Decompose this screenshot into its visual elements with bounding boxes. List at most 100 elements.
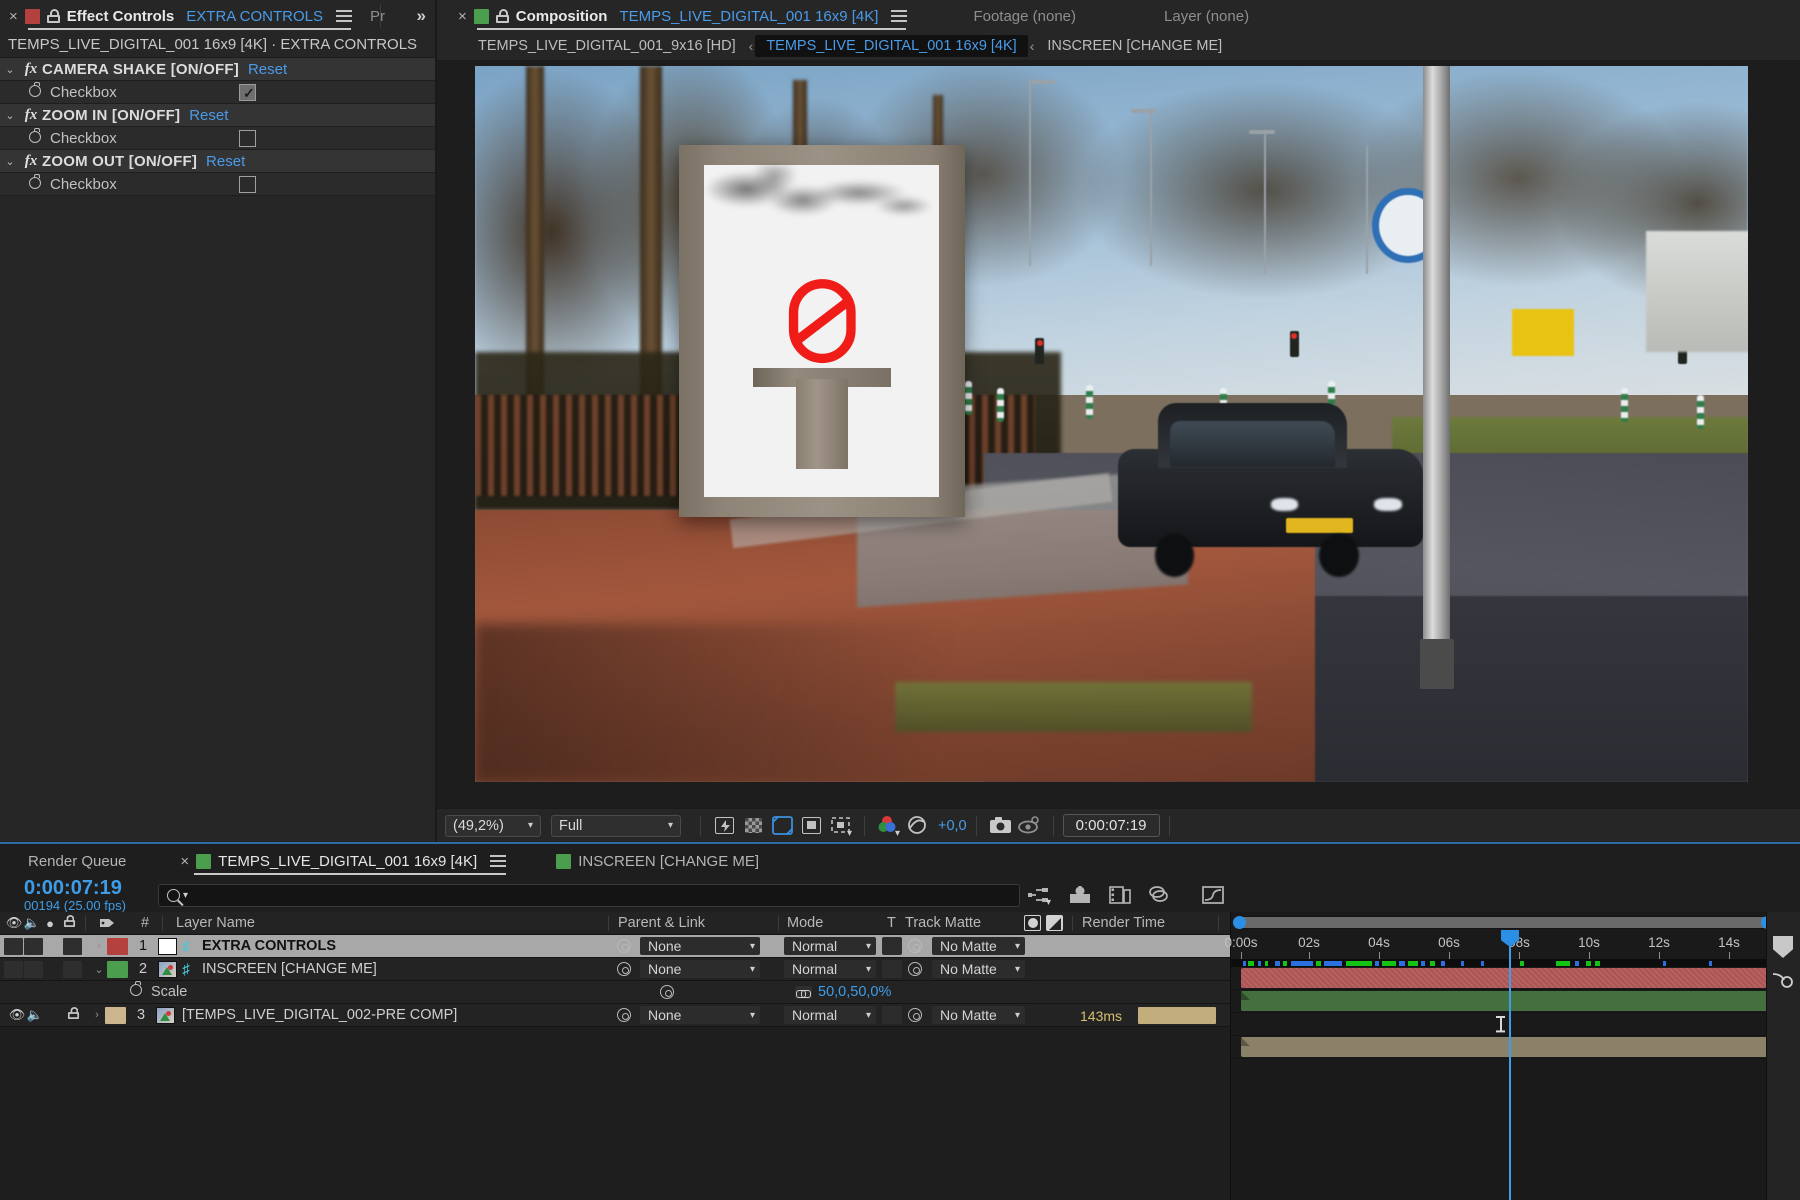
tab-footage[interactable]: Footage (none) xyxy=(964,0,1085,32)
draft-3d-icon[interactable] xyxy=(1067,884,1093,906)
layer-bar-extra-controls[interactable] xyxy=(1241,968,1788,988)
effect-controls-empty-area[interactable] xyxy=(0,196,435,836)
parent-select[interactable]: None ▾ xyxy=(640,1006,760,1024)
frame-blending-icon[interactable] xyxy=(1147,884,1173,906)
layer-bar-inscreen[interactable] xyxy=(1241,991,1788,1011)
link-icon[interactable] xyxy=(795,985,812,999)
property-pickwhip-icon[interactable] xyxy=(660,985,674,999)
stopwatch-icon[interactable] xyxy=(24,81,46,101)
effect-header-camera-shake[interactable]: ⌄ fx CAMERA SHAKE [ON/OFF] Reset xyxy=(0,58,435,81)
hamburger-icon[interactable] xyxy=(335,10,352,22)
parent-pickwhip-icon[interactable] xyxy=(617,939,631,953)
close-icon[interactable]: × xyxy=(458,9,467,24)
graph-editor-icon[interactable] xyxy=(1200,884,1226,906)
scale-value[interactable]: 50,0,50,0% xyxy=(818,984,891,1000)
tab-inscreen[interactable]: INSCREEN [CHANGE ME] xyxy=(544,844,771,878)
fast-previews-icon[interactable] xyxy=(712,815,737,836)
table-row[interactable]: ⌄ 2 ♯ INSCREEN [CHANGE ME] None ▾ Normal ▾… xyxy=(0,958,1230,981)
region-of-interest-icon[interactable]: ▾ xyxy=(828,815,853,839)
matte-pickwhip-icon[interactable] xyxy=(908,962,922,976)
track-row-3[interactable] xyxy=(1231,1036,1800,1059)
hide-shy-layers-icon[interactable] xyxy=(1107,884,1133,906)
hamburger-icon[interactable] xyxy=(891,10,908,22)
layer-search-input[interactable]: ▾ xyxy=(158,883,1020,907)
stopwatch-icon[interactable] xyxy=(24,127,46,147)
layer-color-chip[interactable] xyxy=(107,937,128,955)
table-row[interactable]: › 1 ♯ EXTRA CONTROLS None ▾ Normal ▾ No Ma… xyxy=(0,935,1230,958)
parent-select[interactable]: None ▾ xyxy=(640,937,760,955)
stopwatch-icon[interactable] xyxy=(125,981,147,1000)
effect-reset-button[interactable]: Reset xyxy=(189,107,228,124)
track-row-2[interactable] xyxy=(1231,990,1800,1013)
effect-reset-button[interactable]: Reset xyxy=(248,61,287,78)
effect-header-zoom-in[interactable]: ⌄ fx ZOOM IN [ON/OFF] Reset xyxy=(0,104,435,127)
composition-mini-flowchart-icon[interactable]: ▾ xyxy=(1027,884,1053,908)
stopwatch-icon[interactable] xyxy=(24,173,46,193)
track-row-scale[interactable] xyxy=(1231,1013,1800,1036)
mode-select[interactable]: Normal ▾ xyxy=(784,960,876,978)
preserve-transparency-toggle[interactable] xyxy=(882,1006,902,1024)
property-row-scale[interactable]: Scale 50,0,50,0% xyxy=(0,981,1230,1004)
subtab-arrow-icon[interactable]: ‹ xyxy=(747,38,756,54)
parent-pickwhip-icon[interactable] xyxy=(617,962,631,976)
scrollbar-left-handle[interactable] xyxy=(1233,916,1246,929)
track-matte-select[interactable]: No Matte ▾ xyxy=(932,1006,1025,1024)
effect-header-zoom-out[interactable]: ⌄ fx ZOOM OUT [ON/OFF] Reset xyxy=(0,150,435,173)
channels-icon[interactable]: ▾ xyxy=(876,815,901,839)
track-matte-select[interactable]: No Matte ▾ xyxy=(932,960,1025,978)
subtab-16x9[interactable]: TEMPS_LIVE_DIGITAL_001 16x9 [4K] xyxy=(755,35,1028,57)
alpha-toggle-icon[interactable] xyxy=(1024,915,1041,931)
subtab-inscreen[interactable]: INSCREEN [CHANGE ME] xyxy=(1036,35,1233,57)
tab-project[interactable]: Pr xyxy=(361,0,402,32)
exposure-reset-icon[interactable] xyxy=(905,815,930,836)
track-matte-select[interactable]: No Matte ▾ xyxy=(932,937,1025,955)
comp-marker-icon[interactable] xyxy=(1773,936,1793,958)
mask-shape-icon[interactable] xyxy=(799,815,824,836)
matte-invert-icon[interactable] xyxy=(1046,915,1063,931)
matte-pickwhip-icon[interactable] xyxy=(908,939,922,953)
exposure-value[interactable]: +0,0 xyxy=(938,818,967,834)
twirl-icon[interactable]: ⌄ xyxy=(0,155,20,168)
close-icon[interactable]: × xyxy=(180,854,189,869)
tab-render-queue[interactable]: Render Queue xyxy=(16,844,138,878)
twirl-icon[interactable]: ⌄ xyxy=(91,963,107,976)
current-time-field[interactable]: 0:00:07:19 xyxy=(1062,814,1160,837)
layer-color-chip[interactable] xyxy=(105,1006,126,1024)
playhead[interactable] xyxy=(1501,930,1519,1200)
track-row-1[interactable] xyxy=(1231,967,1800,990)
tabbar-overflow-button[interactable]: » xyxy=(402,0,435,32)
video-icon[interactable]: 👁 xyxy=(8,1007,26,1023)
mode-select[interactable]: Normal ▾ xyxy=(784,1006,876,1024)
motion-blur-icon[interactable] xyxy=(1771,970,1795,990)
zoom-level-select[interactable]: (49,2%) ▾ xyxy=(445,814,541,837)
snapshot-icon[interactable] xyxy=(988,815,1013,836)
layer-color-chip[interactable] xyxy=(107,960,128,978)
subtab-9x16[interactable]: TEMPS_LIVE_DIGITAL_001_9x16 [HD] xyxy=(467,35,747,57)
lock-icon[interactable] xyxy=(495,9,509,23)
twirl-icon[interactable]: › xyxy=(89,1009,105,1021)
checkbox-zoom-out[interactable] xyxy=(239,175,256,193)
audio-icon[interactable]: 🔈 xyxy=(26,1007,44,1023)
twirl-icon[interactable]: › xyxy=(91,940,107,952)
parent-pickwhip-icon[interactable] xyxy=(617,1008,631,1022)
composition-viewer[interactable] xyxy=(437,60,1800,808)
lock-icon[interactable] xyxy=(46,9,60,23)
timeline-current-time[interactable]: 0:00:07:19 00194 (25.00 fps) xyxy=(10,878,140,913)
twirl-icon[interactable]: ⌄ xyxy=(0,63,20,76)
layer-list-empty-area[interactable] xyxy=(0,1027,1230,1200)
hamburger-icon[interactable] xyxy=(490,855,507,867)
subtab-arrow-icon[interactable]: ‹ xyxy=(1028,38,1037,54)
checkbox-camera-shake[interactable]: ✓ xyxy=(239,83,256,101)
transparency-grid-icon[interactable] xyxy=(741,815,766,836)
mode-select[interactable]: Normal ▾ xyxy=(784,937,876,955)
tab-timeline-comp[interactable]: × TEMPS_LIVE_DIGITAL_001 16x9 [4K] xyxy=(168,844,518,878)
lock-icon[interactable] xyxy=(63,1006,83,1024)
layer-bar-pre-comp[interactable] xyxy=(1241,1037,1788,1057)
close-icon[interactable]: × xyxy=(9,9,18,24)
parent-select[interactable]: None ▾ xyxy=(640,960,760,978)
title-action-safe-icon[interactable] xyxy=(770,815,795,836)
effect-reset-button[interactable]: Reset xyxy=(206,153,245,170)
checkbox-zoom-in[interactable] xyxy=(239,129,256,147)
tab-layer[interactable]: Layer (none) xyxy=(1155,0,1258,32)
show-snapshot-icon[interactable] xyxy=(1017,815,1042,836)
